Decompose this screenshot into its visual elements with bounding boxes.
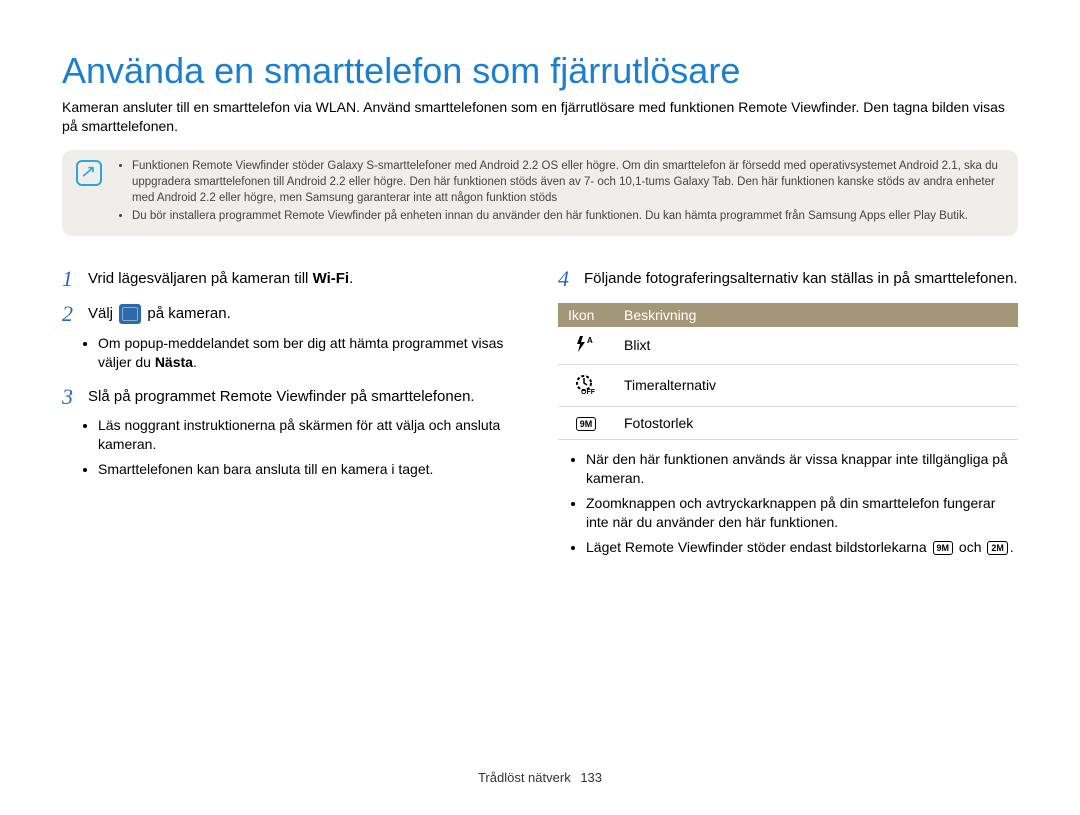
- step2-post: på kameran.: [143, 305, 231, 322]
- step-number: 4: [558, 264, 576, 295]
- step-3: 3 Slå på programmet Remote Viewfinder på…: [62, 382, 522, 413]
- svg-text:OFF: OFF: [581, 389, 596, 395]
- table-row: 9M Fotostorlek: [558, 406, 1018, 439]
- table-row: A Blixt: [558, 327, 1018, 365]
- list-item: Läget Remote Viewfinder stöder endast bi…: [586, 538, 1018, 557]
- step3-text: Slå på programmet Remote Viewfinder på s…: [88, 382, 475, 413]
- table-cell: Fotostorlek: [614, 406, 1018, 439]
- list-item: Smarttelefonen kan bara ansluta till en …: [98, 460, 522, 479]
- step2-sublist: Om popup-meddelandet som ber dig att häm…: [62, 334, 522, 372]
- flash-auto-icon: A: [574, 335, 598, 356]
- table-cell: Blixt: [614, 327, 1018, 365]
- page-number: 133: [580, 770, 602, 785]
- step3-sublist: Läs noggrant instruktionerna på skärmen …: [62, 416, 522, 479]
- step-1: 1 Vrid lägesväljaren på kameran till Wi-…: [62, 264, 522, 295]
- step-number: 3: [62, 382, 80, 413]
- list-item: Om popup-meddelandet som ber dig att häm…: [98, 334, 522, 372]
- table-cell: Timeralternativ: [614, 364, 1018, 406]
- step-number: 2: [62, 299, 80, 330]
- step1-post: .: [349, 270, 353, 287]
- list-item: Zoomknappen och avtryckarknappen på din …: [586, 494, 1018, 532]
- note-list: Funktionen Remote Viewfinder stöder Gala…: [116, 158, 1004, 226]
- step-4: 4 Följande fotograferingsalternativ kan …: [558, 264, 1018, 295]
- step2-pre: Välj: [88, 305, 117, 322]
- note-item: Du bör installera programmet Remote View…: [132, 208, 1004, 224]
- page-footer: Trådlöst nätverk 133: [0, 770, 1080, 785]
- size-9m-icon: 9M: [933, 541, 954, 555]
- list-item: Läs noggrant instruktionerna på skärmen …: [98, 416, 522, 454]
- page-title: Använda en smarttelefon som fjärrutlösar…: [62, 50, 1018, 92]
- step1-text: Vrid lägesväljaren på kameran till: [88, 270, 313, 287]
- camera-mode-icon: [119, 304, 141, 324]
- table-header-desc: Beskrivning: [614, 303, 1018, 327]
- wifi-icon: Wi-Fi: [313, 270, 350, 287]
- list-item: När den här funktionen används är vissa …: [586, 450, 1018, 488]
- step-2: 2 Välj på kameran.: [62, 299, 522, 330]
- note-item: Funktionen Remote Viewfinder stöder Gala…: [132, 158, 1004, 206]
- note-icon: [76, 160, 102, 186]
- step-number: 1: [62, 264, 80, 295]
- svg-text:A: A: [587, 336, 593, 345]
- intro-text: Kameran ansluter till en smarttelefon vi…: [62, 98, 1018, 136]
- left-column: 1 Vrid lägesväljaren på kameran till Wi-…: [62, 264, 522, 567]
- timer-off-icon: OFF: [574, 373, 598, 398]
- table-header-icon: Ikon: [558, 303, 614, 327]
- right-column: 4 Följande fotograferingsalternativ kan …: [558, 264, 1018, 567]
- photosize-icon: 9M: [576, 417, 597, 431]
- footer-section: Trådlöst nätverk: [478, 770, 571, 785]
- table-row: OFF Timeralternativ: [558, 364, 1018, 406]
- step4-text: Följande fotograferingsalternativ kan st…: [584, 264, 1018, 295]
- options-table: Ikon Beskrivning A Blixt OFF: [558, 303, 1018, 440]
- size-2m-icon: 2M: [987, 541, 1008, 555]
- step4-sublist: När den här funktionen används är vissa …: [558, 450, 1018, 556]
- note-box: Funktionen Remote Viewfinder stöder Gala…: [62, 150, 1018, 236]
